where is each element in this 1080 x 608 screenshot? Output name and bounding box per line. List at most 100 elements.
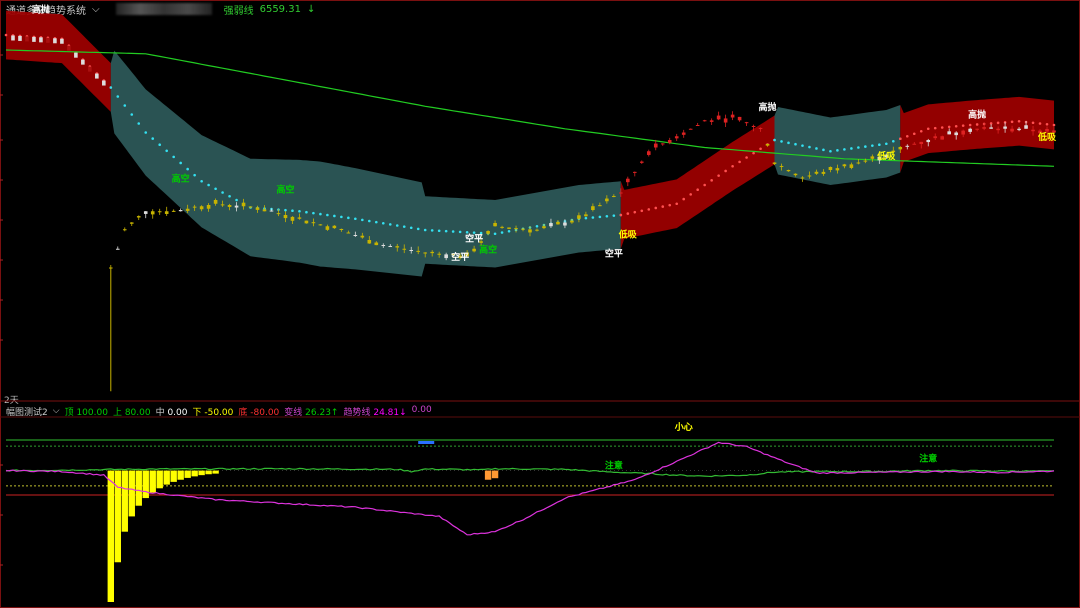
candle-body (933, 136, 938, 139)
channel-mid-dot (822, 148, 825, 152)
candle-body (213, 199, 218, 204)
channel-mid-dot (109, 86, 113, 89)
channel-mid-dot (612, 214, 616, 217)
histogram-bar (198, 470, 205, 476)
candle-body (290, 216, 295, 221)
channel-mid-dot (144, 131, 148, 134)
candle-body (325, 226, 330, 230)
channel-mid-dot (535, 224, 539, 228)
channel-mid-dot (416, 227, 420, 231)
channel-mid-dot (186, 167, 189, 171)
candle-body (53, 38, 57, 44)
candle-body (402, 248, 407, 250)
signal-label: 注意 (919, 452, 937, 464)
candle-body (241, 202, 246, 207)
channel-mid-dot (291, 209, 294, 213)
candle-body (67, 45, 71, 51)
candle-body (898, 146, 903, 150)
channel-mid-dot (388, 223, 392, 226)
histogram-bar (177, 470, 184, 480)
candle-body (283, 215, 288, 219)
candle-body (598, 205, 602, 207)
channel-mid-dot (773, 138, 776, 142)
candle-body (185, 208, 190, 211)
candle-body (409, 250, 414, 251)
channel-mid-dot (759, 147, 762, 151)
channel-mid-dot (640, 209, 644, 213)
candle-body (514, 228, 518, 230)
candle-body (472, 248, 476, 252)
candle-body (39, 37, 43, 43)
channel-mid-dot (200, 179, 203, 183)
candle-body (500, 226, 504, 228)
channel-mid-dot (703, 183, 706, 187)
channel-mid-dot (878, 143, 881, 146)
channel-mid-dot (605, 214, 609, 218)
channel-mid-dot (947, 125, 951, 129)
candle-body (968, 128, 972, 132)
channel-mid-dot (905, 134, 909, 138)
channel-mid-dot (885, 142, 888, 146)
channel-mid-dot (892, 139, 895, 143)
channel-mid-dot (340, 215, 343, 219)
signal-label: 空平 (451, 251, 469, 263)
channel-mid-dot (752, 151, 755, 155)
channel-mid-dot (493, 232, 497, 236)
channel-mid-dot (717, 174, 720, 177)
channel-mid-dot (857, 146, 860, 149)
channel-mid-dot (500, 231, 504, 234)
histogram-bar (135, 470, 142, 506)
histogram-bar (491, 470, 499, 479)
candle-body (18, 35, 22, 41)
candle-body (311, 222, 316, 224)
channel-mid-dot (507, 229, 511, 233)
channel-mid-dot (1052, 123, 1056, 127)
candle-body (430, 251, 434, 254)
channel-mid-dot (284, 208, 287, 212)
candle-body (353, 235, 358, 236)
candle-body (765, 143, 770, 146)
channel-mid-dot (116, 95, 120, 98)
candle-body (1017, 128, 1021, 131)
candle-body (129, 222, 134, 224)
channel-mid-dot (968, 123, 972, 127)
channel-mid-dot (808, 145, 811, 149)
signal-label: 低吸 (876, 150, 896, 162)
signal-label: 高空 (172, 172, 190, 184)
candle-body (653, 143, 658, 148)
candle-body (318, 224, 323, 226)
candle-body (374, 242, 379, 246)
candle-body (60, 38, 64, 44)
channel-mid-dot (654, 206, 658, 210)
oscillator-line-trend (5, 441, 1055, 536)
chart-canvas[interactable]: 高抛高空高空空平空平高空 空平低吸高抛低吸高抛低吸小心注意注意 (0, 0, 1080, 608)
candle-body (730, 114, 735, 118)
candle-body (605, 198, 609, 202)
signal-label: 高空 (276, 184, 294, 196)
candle-body (32, 36, 36, 42)
channel-mid-dot (207, 183, 210, 187)
histogram-bar (121, 470, 128, 532)
channel-mid-dot (437, 229, 441, 233)
candle-body (269, 210, 274, 212)
candle-body (905, 145, 910, 147)
candle-body (528, 229, 532, 233)
candle-body (178, 210, 183, 212)
signal-label: 高抛 (968, 109, 986, 121)
channel-mid-dot (221, 191, 224, 194)
channel-mid-dot (815, 147, 818, 150)
channel-mid-dot (368, 219, 371, 223)
candle-body (535, 229, 539, 231)
channel-mid-dot (689, 193, 692, 196)
channel-mid-dot (780, 140, 783, 143)
candle-body (507, 227, 511, 229)
candle-body (150, 211, 155, 215)
candle-body (982, 127, 986, 129)
channel-band-up (620, 115, 775, 249)
candle-body (842, 164, 847, 167)
histogram-bar (163, 470, 170, 485)
channel-mid-dot (675, 202, 679, 206)
candle-body (423, 252, 427, 254)
channel-mid-dot (1031, 121, 1035, 125)
candle-body (570, 220, 574, 223)
